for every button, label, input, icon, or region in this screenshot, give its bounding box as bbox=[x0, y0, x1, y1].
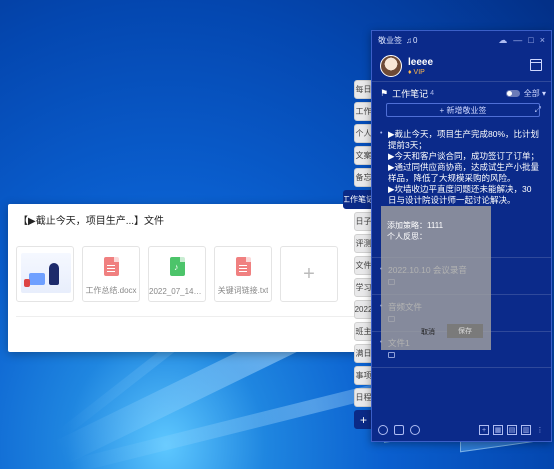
note-text: ▶截止今天，项目生产完成80%，比计划 提前3天； ▶今天和客户谈合同，成功签订… bbox=[388, 129, 546, 206]
overlay-text-line: 添加策略：1111 bbox=[387, 221, 444, 230]
image-icon bbox=[388, 352, 395, 358]
expand-icon[interactable]: ⤢ bbox=[535, 105, 541, 115]
window-controls: ☁ — □ × bbox=[498, 35, 545, 46]
notification-bell[interactable]: ♫ 0 bbox=[406, 36, 417, 45]
panel-titlebar: 敬业签 ♫ 0 ☁ — □ × bbox=[372, 31, 551, 49]
note-bullet: • bbox=[380, 130, 383, 137]
audio-file-icon: ♪ bbox=[170, 257, 185, 276]
file-name: 工作总结.docx bbox=[85, 286, 137, 295]
close-icon[interactable]: × bbox=[540, 35, 545, 46]
cancel-button[interactable]: 取消 bbox=[421, 327, 435, 337]
add-icon[interactable]: + bbox=[479, 425, 489, 435]
tab-work-notes[interactable]: 工作笔记 bbox=[343, 190, 373, 209]
archive-icon[interactable] bbox=[394, 425, 404, 435]
file-name: 关键词链接.txt bbox=[217, 286, 269, 295]
grid-icon[interactable]: ▤ bbox=[507, 425, 517, 435]
divider bbox=[16, 316, 400, 317]
note-line: ▶坎墙收边平直度问题还未能解决，30 bbox=[388, 184, 532, 194]
note-line: ▶通过同供应商协商，达成试生产小批量 bbox=[388, 162, 540, 172]
file-popup-title: 【▶截止今天，项目生产...】文件 bbox=[18, 216, 165, 227]
image-thumbnail bbox=[21, 253, 71, 293]
file-card-audio[interactable]: ♪ 2022_07_14_0... bbox=[148, 246, 206, 302]
search-icon[interactable] bbox=[410, 425, 420, 435]
app-name: 敬业签 bbox=[378, 35, 402, 45]
category-header: ⚑ 工作笔记 4 全部 ▾ bbox=[380, 87, 546, 100]
file-attachments-popup: 【▶截止今天，项目生产...】文件 — 工作总结.docx ♪ 2022_07_… bbox=[8, 204, 408, 352]
category-count: 4 bbox=[430, 90, 434, 97]
file-card-txt[interactable]: 关键词链接.txt bbox=[214, 246, 272, 302]
divider bbox=[372, 81, 551, 82]
maximize-icon[interactable]: □ bbox=[528, 35, 533, 46]
bell-icon: ♫ bbox=[406, 35, 412, 45]
history-icon[interactable] bbox=[378, 425, 388, 435]
file-card-docx[interactable]: 工作总结.docx bbox=[82, 246, 140, 302]
document-icon bbox=[236, 257, 251, 276]
user-profile[interactable]: leeee ♦ VIP bbox=[380, 55, 433, 77]
attachment-indicator bbox=[388, 352, 546, 360]
panel-footer: + ▦ ▤ ▥ ⋮ bbox=[372, 419, 551, 441]
save-button[interactable]: 保存 bbox=[447, 324, 483, 338]
filter-label: 全部 bbox=[523, 89, 540, 98]
cloud-icon[interactable]: ☁ bbox=[498, 35, 507, 46]
note-line: 日与设计院设计师一起讨论解决。 bbox=[388, 195, 516, 205]
layout-icon[interactable]: ▦ bbox=[493, 425, 503, 435]
file-list: 工作总结.docx ♪ 2022_07_14_0... 关键词链接.txt + bbox=[16, 246, 338, 302]
add-file-button[interactable]: + bbox=[280, 246, 338, 302]
bell-count: 0 bbox=[413, 35, 418, 45]
note-line: 提前3天； bbox=[388, 140, 427, 150]
overlay-text-line: 个人反思： bbox=[387, 232, 427, 241]
username: leeee bbox=[408, 56, 434, 68]
note-line: 样品，降低了大规模采购的风险。 bbox=[388, 173, 516, 183]
add-note-button[interactable]: + 新增敬业签 bbox=[386, 103, 540, 117]
minimize-icon[interactable]: — bbox=[513, 35, 522, 46]
document-icon bbox=[104, 257, 119, 276]
vip-badge: ♦ VIP bbox=[408, 68, 425, 76]
note-item[interactable]: • ▶截止今天，项目生产完成80%，比计划 提前3天； ▶今天和客户谈合同，成功… bbox=[380, 129, 546, 206]
vip-label: VIP bbox=[413, 68, 425, 76]
category-title: 工作笔记 bbox=[392, 89, 429, 99]
avatar[interactable] bbox=[380, 55, 402, 77]
edit-note-overlay: 添加策略：1111 个人反思： 取消 保存 bbox=[381, 206, 491, 350]
divider bbox=[372, 367, 551, 368]
note-line: ▶截止今天，项目生产完成80%，比计划 bbox=[388, 129, 540, 139]
filter-dropdown[interactable]: 全部 ▾ bbox=[524, 88, 546, 99]
note-line: ▶今天和客户谈合同，成功签订了订单； bbox=[388, 151, 540, 161]
toggle-switch[interactable] bbox=[505, 90, 520, 97]
list-icon[interactable]: ▥ bbox=[521, 425, 531, 435]
bookmark-icon: ⚑ bbox=[380, 88, 389, 98]
file-card-image[interactable] bbox=[16, 246, 74, 302]
more-icon[interactable]: ⋮ bbox=[535, 425, 545, 435]
calendar-icon[interactable] bbox=[530, 59, 542, 71]
file-name: 2022_07_14_0... bbox=[149, 287, 205, 296]
